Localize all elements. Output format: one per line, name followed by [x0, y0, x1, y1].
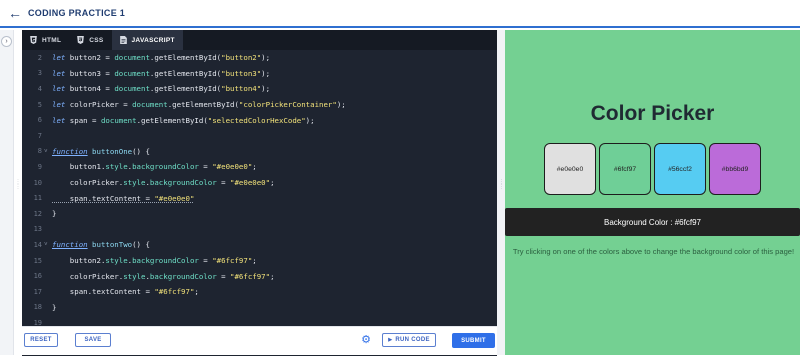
code-line: 15 button2.style.backgroundColor = "#6fc…: [22, 253, 497, 269]
editor-tabs: HTML CSS JAVASCRIPT: [22, 30, 497, 50]
save-button[interactable]: SAVE: [75, 333, 111, 347]
line-number: 10: [33, 178, 42, 187]
expand-panel-button[interactable]: ›: [1, 36, 12, 47]
code-text: let span = document.getElementById("sele…: [52, 115, 315, 125]
tab-javascript-label: JAVASCRIPT: [131, 36, 175, 44]
panel-resizer[interactable]: ⋮ ⋮: [497, 30, 505, 355]
preview-panel: Color Picker #e0e0e0 #6fcf97 #56ccf2 #bb…: [505, 30, 800, 355]
code-text: button1.style.backgroundColor = "#e0e0e0…: [52, 162, 257, 172]
line-number: 17: [33, 287, 42, 296]
code-line: 16 colorPicker.style.backgroundColor = "…: [22, 268, 497, 284]
code-text: button2.style.backgroundColor = "#6fcf97…: [52, 256, 257, 266]
submit-button[interactable]: SUBMIT: [452, 333, 495, 348]
line-number: 8: [37, 147, 42, 156]
js-file-icon: [119, 36, 127, 44]
line-number: 13: [33, 225, 42, 234]
code-line: 18 }: [22, 300, 497, 316]
code-line: 5 let colorPicker = document.getElementB…: [22, 97, 497, 113]
line-number: 9: [37, 162, 42, 171]
line-number: 18: [33, 303, 42, 312]
drag-handle-icon: ⋮ ⋮: [499, 179, 504, 190]
left-resize-handle[interactable]: ⋮ ⋮: [15, 180, 21, 200]
code-text: span.textContent = "#e0e0e0": [52, 193, 195, 203]
line-number: 6: [37, 116, 42, 125]
run-code-label: RUN CODE: [395, 337, 430, 343]
code-line: 6 let span = document.getElementById("se…: [22, 112, 497, 128]
code-line: 14 ˅ function buttonTwo() {: [22, 237, 497, 253]
code-line: 9 button1.style.backgroundColor = "#e0e0…: [22, 159, 497, 175]
top-bar: ← CODING PRACTICE 1: [0, 0, 800, 28]
tab-html-label: HTML: [42, 36, 62, 44]
code-text: colorPicker.style.backgroundColor = "#6f…: [52, 271, 275, 281]
code-text: function buttonOne() {: [52, 146, 150, 156]
swatch-button-gray[interactable]: #e0e0e0: [544, 143, 596, 195]
code-line: 7: [22, 128, 497, 144]
swatch-button-blue[interactable]: #56ccf2: [654, 143, 706, 195]
line-number: 14: [33, 240, 42, 249]
line-number: 5: [37, 100, 42, 109]
run-code-button[interactable]: ▶ RUN CODE: [382, 333, 436, 347]
reset-button[interactable]: RESET: [24, 333, 58, 347]
code-text: function buttonTwo() {: [52, 240, 150, 250]
code-line: 8 ˅ function buttonOne() {: [22, 144, 497, 160]
tab-javascript[interactable]: JAVASCRIPT: [111, 30, 183, 50]
code-text: colorPicker.style.backgroundColor = "#e0…: [52, 178, 275, 188]
left-collapse-strip: ›: [0, 30, 14, 355]
play-icon: ▶: [388, 337, 393, 343]
swatch-button-green[interactable]: #6fcf97: [599, 143, 651, 195]
code-line: 12 }: [22, 206, 497, 222]
code-text: let button4 = document.getElementById("b…: [52, 84, 271, 94]
tab-css-label: CSS: [89, 36, 104, 44]
tab-css[interactable]: CSS: [69, 30, 111, 50]
code-text: }: [52, 302, 57, 312]
line-number: 12: [33, 209, 42, 218]
code-line: 11 span.textContent = "#e0e0e0": [22, 190, 497, 206]
code-line: 13: [22, 222, 497, 238]
code-line: 17 span.textContent = "#6fcf97";: [22, 284, 497, 300]
line-number: 3: [37, 69, 42, 78]
code-text: }: [52, 209, 57, 219]
selected-color-bar: Background Color : #6fcf97: [505, 208, 800, 236]
selected-color-prefix: Background Color :: [604, 217, 673, 227]
preview-title: Color Picker: [590, 102, 715, 125]
editor-toolbar: RESET SAVE ⚙ ▶ RUN CODE SUBMIT: [22, 326, 497, 355]
code-line: 3 let button3 = document.getElementById(…: [22, 66, 497, 82]
code-line: 2 let button2 = document.getElementById(…: [22, 50, 497, 66]
html5-icon: [30, 36, 37, 44]
line-number: 7: [37, 131, 42, 140]
tab-html[interactable]: HTML: [22, 30, 69, 50]
code-text: let colorPicker = document.getElementByI…: [52, 100, 346, 110]
code-text: span.textContent = "#6fcf97";: [52, 287, 199, 297]
code-text: let button3 = document.getElementById("b…: [52, 68, 271, 78]
line-number: 2: [37, 53, 42, 62]
page-title: CODING PRACTICE 1: [28, 8, 126, 18]
line-number: 15: [33, 256, 42, 265]
code-text: let button2 = document.getElementById("b…: [52, 53, 271, 63]
swatch-button-purple[interactable]: #bb6bd9: [709, 143, 761, 195]
code-line: 10 colorPicker.style.backgroundColor = "…: [22, 175, 497, 191]
back-arrow-icon[interactable]: ←: [8, 6, 22, 20]
settings-gear-icon[interactable]: ⚙: [360, 333, 372, 347]
hint-text: Try clicking on one of the colors above …: [512, 247, 795, 256]
line-number: 4: [37, 84, 42, 93]
selected-color-hex: #6fcf97: [674, 217, 701, 227]
code-area[interactable]: 2 let button2 = document.getElementById(…: [22, 50, 497, 356]
fold-chevron-icon[interactable]: ˅: [44, 148, 48, 155]
code-line: 4 let button4 = document.getElementById(…: [22, 81, 497, 97]
css3-icon: [77, 36, 85, 44]
fold-chevron-icon[interactable]: ˅: [44, 241, 48, 248]
code-editor-panel: HTML CSS JAVASCRIPT 2 let button2 = docu…: [22, 30, 497, 356]
line-number: 16: [33, 272, 42, 281]
line-number: 11: [33, 194, 42, 203]
